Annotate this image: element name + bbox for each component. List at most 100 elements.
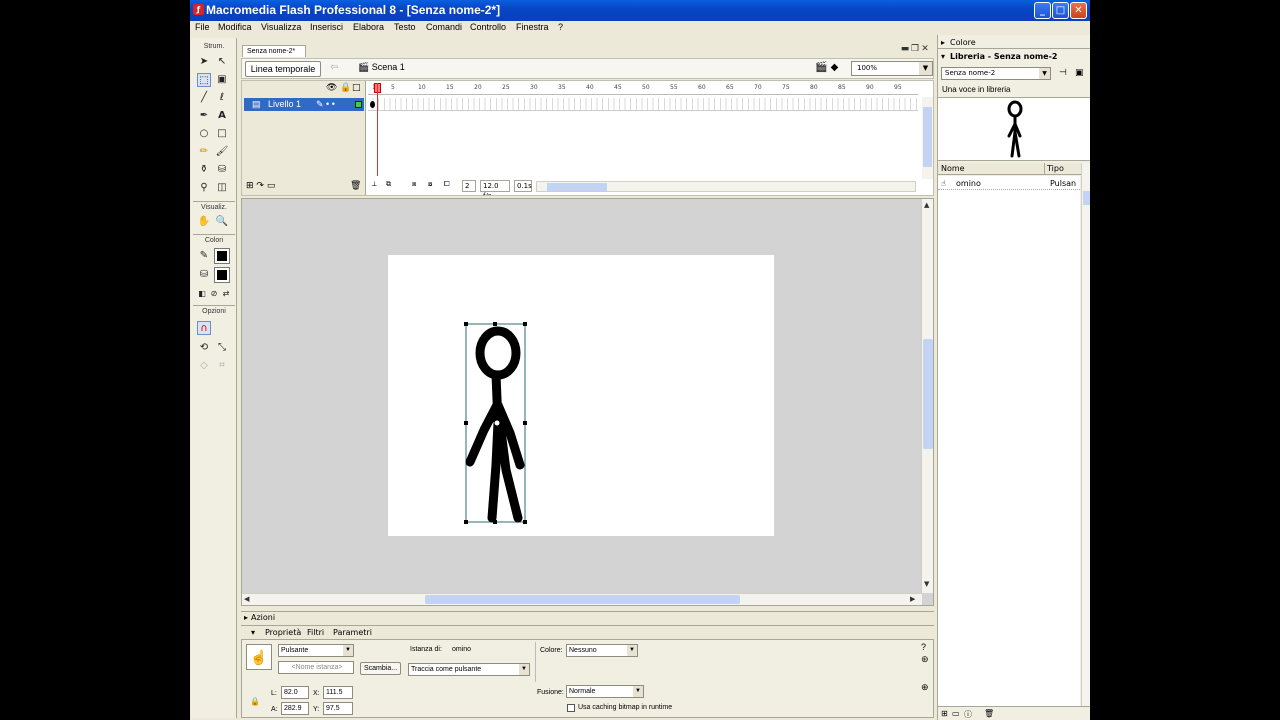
menu-testo[interactable]: Testo: [394, 22, 416, 32]
ink-bottle-tool-icon[interactable]: ⚱: [197, 163, 211, 177]
stage-vscroll[interactable]: ▲ ▼: [921, 199, 933, 593]
insert-folder-icon[interactable]: ▭: [267, 181, 276, 191]
back-arrow-icon[interactable]: ⇦: [330, 62, 338, 73]
properties-icon[interactable]: ⓘ: [964, 709, 972, 720]
help-icon[interactable]: ?: [921, 642, 926, 652]
selection-tool-icon[interactable]: ➤: [197, 55, 211, 69]
list-item[interactable]: ☝ omino Pulsan: [938, 178, 1080, 190]
timeline-toggle-button[interactable]: Linea temporale: [245, 61, 321, 77]
subselection-tool-icon[interactable]: ↖: [215, 55, 229, 69]
chevron-down-icon[interactable]: ▼: [519, 664, 529, 675]
frame-ruler[interactable]: 1 5 10 15 20 25 30 35 40 45 50 55 60 65 …: [368, 83, 918, 95]
paint-bucket-tool-icon[interactable]: ⛁: [215, 163, 229, 177]
scroll-thumb[interactable]: [425, 595, 740, 604]
frame-grid[interactable]: [368, 98, 918, 111]
onion-skin-icon[interactable]: ⧉: [386, 180, 391, 189]
maximize-button[interactable]: □: [1052, 2, 1069, 19]
layer-status-icons[interactable]: ✎ • •: [316, 98, 335, 111]
eye-icon[interactable]: 👁: [326, 83, 337, 93]
flash-app-icon[interactable]: ƒ: [193, 4, 204, 15]
doc-minimize-icon[interactable]: ▬: [900, 44, 910, 54]
menu-help[interactable]: ?: [558, 22, 563, 32]
accessibility-icon[interactable]: ⊕: [921, 682, 929, 693]
new-folder-icon[interactable]: ▭: [952, 709, 960, 718]
menu-file[interactable]: File: [195, 22, 210, 32]
expand-arrow-icon[interactable]: ▸: [941, 36, 945, 49]
timeline-hscroll[interactable]: [536, 181, 916, 192]
close-button[interactable]: ✕: [1070, 2, 1087, 19]
new-symbol-icon[interactable]: ⊞: [941, 709, 948, 718]
scroll-thumb[interactable]: [923, 339, 933, 449]
center-frame-icon[interactable]: ⟂: [372, 180, 377, 189]
color-select[interactable]: Nessuno ▼: [566, 644, 638, 657]
scroll-thumb[interactable]: [1083, 191, 1090, 205]
menu-modifica[interactable]: Modifica: [218, 22, 252, 32]
scroll-thumb[interactable]: [923, 107, 932, 167]
tracking-select[interactable]: Traccia come pulsante ▼: [408, 663, 530, 676]
scroll-left-icon[interactable]: ◀: [244, 595, 249, 603]
expand-arrow-icon[interactable]: ▾: [251, 626, 255, 639]
oval-tool-icon[interactable]: ○: [197, 127, 211, 141]
width-input[interactable]: 82.0: [281, 686, 309, 699]
snap-magnet-icon[interactable]: ∩: [197, 321, 211, 335]
zoom-select[interactable]: 100% ▼: [851, 61, 933, 76]
hand-tool-icon[interactable]: ✋: [197, 215, 211, 229]
menu-elabora[interactable]: Elabora: [353, 22, 384, 32]
menu-controllo[interactable]: Controllo: [470, 22, 506, 32]
instance-name-input[interactable]: <Nome istanza>: [278, 661, 354, 674]
layer-row[interactable]: ▤ Livello 1 ✎ • •: [244, 98, 364, 111]
scene-breadcrumb[interactable]: 🎬 Scena 1: [358, 62, 405, 73]
chevron-down-icon[interactable]: ▼: [343, 645, 353, 656]
tab-parameters[interactable]: Parametri: [333, 626, 372, 639]
free-transform-tool-icon[interactable]: ⬚: [197, 73, 211, 87]
scroll-thumb[interactable]: [547, 183, 607, 191]
x-input[interactable]: 111.5: [323, 686, 353, 699]
pin-icon[interactable]: ⊣: [1059, 68, 1067, 78]
rectangle-tool-icon[interactable]: □: [215, 127, 229, 141]
onion-markers-icon[interactable]: ⧠: [444, 180, 450, 189]
minimize-button[interactable]: _: [1034, 2, 1051, 19]
pen-tool-icon[interactable]: ✒: [197, 109, 211, 123]
insert-layer-icon[interactable]: ⊞: [246, 181, 254, 191]
distort-icon[interactable]: ◇: [197, 359, 211, 373]
library-panel-header[interactable]: ▾ Libreria - Senza nome-2: [938, 50, 1090, 63]
doc-restore-icon[interactable]: ❐: [910, 44, 920, 54]
zoom-tool-icon[interactable]: 🔍: [215, 215, 229, 229]
stroke-color-icon[interactable]: ✎: [197, 249, 211, 263]
collapse-arrow-icon[interactable]: ▾: [941, 50, 945, 63]
blend-select[interactable]: Normale ▼: [566, 685, 644, 698]
col-type-header[interactable]: Tipo: [1044, 163, 1064, 175]
text-tool-icon[interactable]: A: [215, 109, 229, 123]
fill-color-swatch[interactable]: [214, 267, 230, 283]
lock-icon[interactable]: 🔒: [340, 83, 351, 93]
doc-close-icon[interactable]: ✕: [920, 44, 930, 54]
eraser-tool-icon[interactable]: ◫: [215, 181, 229, 195]
behavior-select[interactable]: Pulsante ▼: [278, 644, 354, 657]
y-input[interactable]: 97.5: [323, 702, 353, 715]
swap-button[interactable]: Scambia...: [360, 662, 402, 675]
pencil-tool-icon[interactable]: ✏: [197, 145, 211, 159]
delete-icon[interactable]: 🗑: [984, 709, 994, 718]
scale-icon[interactable]: ⤡: [215, 341, 229, 355]
stroke-color-swatch[interactable]: [214, 248, 230, 264]
stage-hscroll[interactable]: ◀ ▶: [242, 593, 922, 605]
brush-tool-icon[interactable]: 🖌: [215, 145, 229, 159]
timeline-vscroll[interactable]: [922, 97, 933, 179]
chevron-down-icon[interactable]: ▼: [633, 686, 643, 697]
library-vscroll[interactable]: [1081, 163, 1090, 706]
eyedropper-tool-icon[interactable]: ⚲: [197, 181, 211, 195]
edit-icon[interactable]: ⊛: [921, 654, 929, 665]
swap-colors-icon[interactable]: ⇄: [219, 287, 233, 301]
frame-rate[interactable]: 12.0 f/s: [480, 180, 510, 195]
new-library-icon[interactable]: ▣: [1075, 68, 1084, 78]
stick-figure-instance[interactable]: [388, 255, 774, 536]
scroll-right-icon[interactable]: ▶: [910, 595, 915, 603]
menu-comandi[interactable]: Comandi: [426, 22, 462, 32]
stage-canvas[interactable]: [388, 255, 774, 536]
col-name-header[interactable]: Nome: [941, 163, 965, 175]
chevron-down-icon[interactable]: ▼: [627, 645, 637, 656]
chevron-down-icon[interactable]: ▼: [1039, 68, 1050, 79]
lock-ratio-icon[interactable]: 🔒: [250, 697, 260, 706]
line-tool-icon[interactable]: ╱: [197, 91, 211, 105]
menu-finestra[interactable]: Finestra: [516, 22, 549, 32]
